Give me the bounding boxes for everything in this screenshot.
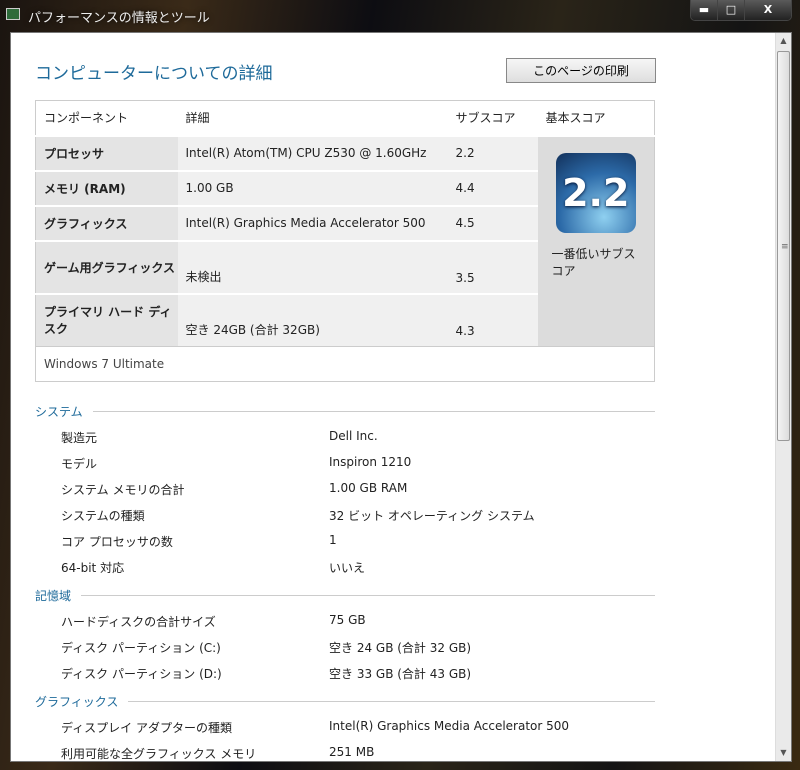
- info-label: 64-bit 対応: [61, 561, 125, 575]
- base-score-cell: 2.2 一番低いサブスコア: [537, 134, 655, 347]
- header-base-score: 基本スコア: [537, 100, 655, 136]
- info-row: ハードディスクの合計サイズ 75 GB: [61, 613, 661, 630]
- table-row: プロセッサ Intel(R) Atom(TM) CPU Z530 @ 1.60G…: [35, 134, 655, 347]
- base-score-note: 一番低いサブスコア: [551, 246, 636, 278]
- subscore: 4.5: [447, 204, 538, 241]
- component-name: ゲーム用グラフィックス: [35, 239, 178, 294]
- os-edition: Windows 7 Ultimate: [35, 346, 655, 382]
- info-value: 1.00 GB RAM: [329, 481, 408, 495]
- window-title: パフォーマンスの情報とツール: [28, 11, 210, 26]
- info-row: 利用可能な全グラフィックス メモリ 251 MB: [61, 745, 661, 761]
- info-row: ディスク パーティション (C:) 空き 24 GB (合計 32 GB): [61, 639, 661, 656]
- info-row: システムの種類 32 ビット オペレーティング システム: [61, 507, 661, 524]
- info-value: 251 MB: [329, 745, 375, 759]
- info-value: 空き 24 GB (合計 32 GB): [329, 641, 472, 655]
- component-name: プロセッサ: [35, 134, 178, 171]
- info-value: Dell Inc.: [329, 429, 378, 443]
- score-table: コンポーネント 詳細 サブスコア 基本スコア プロセッサ Intel(R) At…: [35, 100, 655, 382]
- page-title: コンピューターについての詳細: [35, 64, 273, 84]
- info-label: コア プロセッサの数: [61, 535, 173, 549]
- section-heading: グラフィックス: [35, 693, 655, 710]
- info-row: 製造元 Dell Inc.: [61, 429, 661, 446]
- info-label: 製造元: [61, 431, 98, 445]
- subscore: 4.3: [447, 292, 538, 347]
- app-icon: [6, 8, 20, 20]
- component-name: プライマリ ハード ディスク: [35, 292, 178, 347]
- info-row: モデル Inspiron 1210: [61, 455, 661, 472]
- scroll-up-arrow-icon[interactable]: ▲: [776, 33, 791, 49]
- base-score-badge: 2.2: [555, 152, 636, 233]
- info-value: 32 ビット オペレーティング システム: [329, 509, 535, 523]
- subscore: 4.4: [447, 169, 538, 206]
- print-page-button[interactable]: このページの印刷: [506, 58, 656, 83]
- component-detail: 1.00 GB: [177, 169, 448, 206]
- maximize-button[interactable]: □: [718, 0, 745, 20]
- info-label: ディスク パーティション (D:): [61, 667, 222, 681]
- component-name: グラフィックス: [35, 204, 178, 241]
- section-title: 記憶域: [35, 589, 72, 603]
- info-label: ハードディスクの合計サイズ: [61, 615, 216, 629]
- divider: [92, 411, 655, 412]
- info-label: システムの種類: [61, 509, 145, 523]
- component-name: メモリ (RAM): [35, 169, 178, 206]
- scroll-thumb[interactable]: ≡: [777, 51, 790, 441]
- info-label: 利用可能な全グラフィックス メモリ: [61, 747, 257, 761]
- title-bar[interactable]: パフォーマンスの情報とツール ▬ □ X: [0, 0, 800, 30]
- info-label: モデル: [61, 457, 98, 471]
- minimize-button[interactable]: ▬: [691, 0, 718, 20]
- info-label: システム メモリの合計: [61, 483, 185, 497]
- component-detail: 空き 24GB (合計 32GB): [177, 292, 448, 347]
- header-component: コンポーネント: [35, 100, 178, 136]
- section-title: システム: [35, 405, 83, 419]
- content-area: コンピューターについての詳細 このページの印刷 コンポーネント 詳細 サブスコア…: [10, 32, 792, 762]
- subscore: 3.5: [447, 239, 538, 294]
- component-detail: 未検出: [177, 239, 448, 294]
- info-value: Intel(R) Graphics Media Accelerator 500: [329, 719, 570, 733]
- divider: [81, 595, 655, 596]
- info-value: Inspiron 1210: [329, 455, 412, 469]
- info-label: ディスク パーティション (C:): [61, 641, 221, 655]
- info-row: ディスプレイ アダプターの種類 Intel(R) Graphics Media A…: [61, 719, 661, 736]
- info-value: 空き 33 GB (合計 43 GB): [329, 667, 472, 681]
- info-label: ディスプレイ アダプターの種類: [61, 721, 232, 735]
- scroll-down-arrow-icon[interactable]: ▼: [776, 745, 791, 761]
- info-value: いいえ: [329, 561, 366, 575]
- component-detail: Intel(R) Atom(TM) CPU Z530 @ 1.60GHz: [177, 134, 448, 171]
- header-detail: 詳細: [177, 100, 448, 136]
- info-row: システム メモリの合計 1.00 GB RAM: [61, 481, 661, 498]
- info-row: 64-bit 対応 いいえ: [61, 559, 661, 576]
- section-heading: 記憶域: [35, 587, 655, 604]
- vertical-scrollbar[interactable]: ▲ ≡ ▼: [775, 33, 791, 761]
- section-title: グラフィックス: [35, 695, 119, 709]
- section-heading: システム: [35, 403, 655, 420]
- header-subscore: サブスコア: [447, 100, 538, 136]
- subscore: 2.2: [447, 134, 538, 171]
- divider: [128, 701, 655, 702]
- component-detail: Intel(R) Graphics Media Accelerator 500: [177, 204, 448, 241]
- info-row: コア プロセッサの数 1: [61, 533, 661, 550]
- info-row: ディスク パーティション (D:) 空き 33 GB (合計 43 GB): [61, 665, 661, 682]
- close-button[interactable]: X: [745, 0, 791, 20]
- info-value: 1: [329, 533, 337, 547]
- info-value: 75 GB: [329, 613, 366, 627]
